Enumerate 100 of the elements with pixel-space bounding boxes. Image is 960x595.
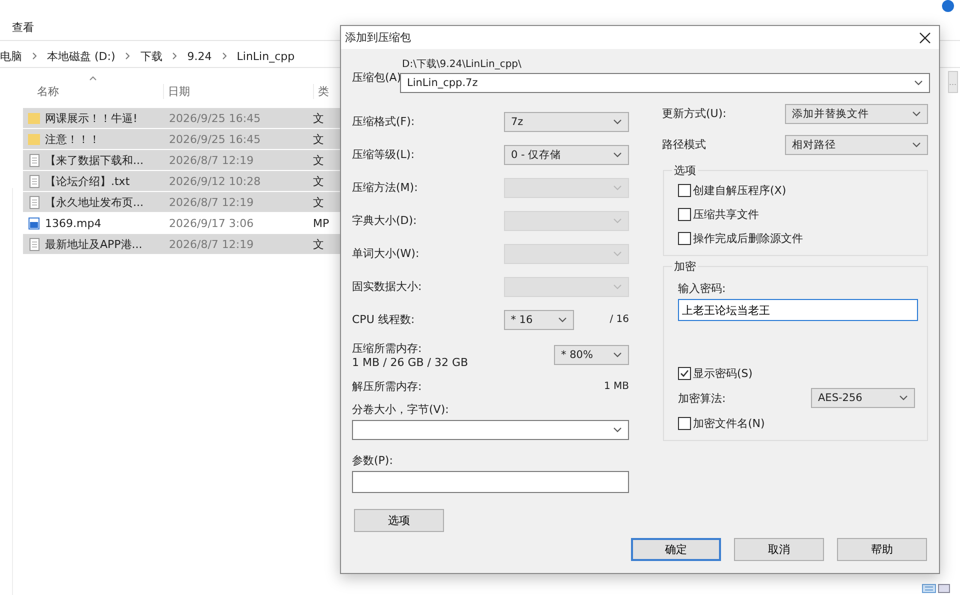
file-date: 2026/9/12 10:28 — [169, 174, 262, 188]
dropdown[interactable]: 0 - 仅存储 — [504, 144, 629, 164]
file-type: 文 — [313, 236, 324, 252]
thumbnail-view-icon[interactable] — [938, 584, 950, 593]
group-title: 加密 — [672, 259, 698, 274]
chevron-right-icon — [172, 52, 178, 60]
document-icon — [28, 238, 41, 250]
checkbox-label: 创建自解压程序(X) — [693, 182, 786, 198]
field-label: 压缩等级(L): — [352, 147, 414, 162]
breadcrumb-item[interactable]: 本地磁盘 (D:) — [47, 48, 116, 64]
file-name: 最新地址及APP港... — [45, 236, 144, 252]
column-header[interactable]: 名称 — [23, 84, 163, 98]
file-row[interactable]: 1369.mp4 2026/9/17 3:06 MP — [23, 213, 353, 233]
archive-name-combo[interactable]: LinLin_cpp.7z — [400, 73, 930, 93]
dialog-button[interactable]: 确定 — [631, 538, 721, 561]
chevron-icon — [613, 284, 622, 290]
memory-value: 1 MB — [604, 380, 629, 392]
dialog-button[interactable]: 取消 — [734, 538, 824, 561]
file-type: 文 — [313, 132, 324, 146]
chevron-icon — [613, 118, 622, 124]
menu-item[interactable]: 查看 — [12, 20, 34, 34]
video-file-icon — [28, 216, 41, 230]
breadcrumb-item[interactable]: LinLin_cpp — [236, 50, 295, 62]
field-label: 压缩方法(M): — [352, 180, 418, 195]
chevron-icon — [912, 142, 921, 148]
column-header[interactable]: 日期 — [163, 84, 313, 98]
chevron-icon — [912, 110, 921, 116]
chevron-icon — [613, 250, 622, 256]
file-name: 1369.mp4 — [45, 216, 102, 230]
checkbox-label: 操作完成后删除源文件 — [693, 230, 803, 246]
file-date: 2026/8/7 12:19 — [169, 154, 255, 166]
field-label: 更新方式(U): — [662, 106, 726, 121]
file-name: 注意！！！ — [45, 132, 101, 146]
field-label: 压缩包(A) — [352, 70, 400, 85]
file-name: 【论坛介绍】.txt — [45, 174, 131, 188]
thread-total: / 16 — [610, 314, 629, 325]
checkbox[interactable] — [678, 208, 691, 220]
file-date: 2026/9/25 16:45 — [169, 132, 262, 146]
file-name: 网课展示！！牛逼! — [45, 110, 138, 126]
chevron-icon — [613, 218, 622, 224]
field-label: 参数(P): — [352, 453, 394, 468]
field-label: 固实数据大小: — [352, 279, 422, 294]
checkbox[interactable] — [678, 184, 691, 196]
file-date: 2026/9/17 3:06 — [169, 216, 255, 230]
chevron-icon — [613, 152, 622, 158]
checkbox-label: 压缩共享文件 — [693, 206, 759, 222]
chevron-icon — [613, 184, 622, 190]
field-label: 加密算法: — [678, 390, 726, 406]
breadcrumb-item[interactable]: 下载 — [140, 48, 162, 64]
file-date: 2026/9/25 16:45 — [169, 112, 262, 124]
parameters-field[interactable] — [352, 471, 629, 493]
field-label: 单词大小(W): — [352, 246, 420, 261]
file-type: 文 — [313, 152, 324, 168]
chevron-right-icon — [222, 52, 227, 60]
details-view-icon[interactable] — [922, 584, 936, 593]
checkbox[interactable] — [678, 416, 691, 430]
checkbox[interactable] — [678, 366, 691, 380]
column-header[interactable]: 类 — [313, 84, 329, 98]
document-icon — [28, 154, 41, 166]
field-label: 压缩格式(F): — [352, 114, 415, 129]
dropdown[interactable]: 添加并替换文件 — [785, 104, 928, 124]
field-label: 路径模式 — [662, 137, 706, 152]
memory-usage: 1 MB / 26 GB / 32 GB — [352, 356, 468, 369]
breadcrumb-item[interactable]: 电脑 — [0, 48, 22, 64]
folder-icon — [28, 132, 41, 146]
field-label: 压缩所需内存: — [352, 341, 423, 356]
file-type: 文 — [313, 110, 324, 126]
dialog-button[interactable]: 帮助 — [837, 538, 927, 561]
file-name: 【永久地址发布页... — [45, 194, 144, 210]
folder-icon — [28, 112, 41, 124]
breadcrumb-item[interactable]: 9.24 — [187, 50, 212, 62]
dropdown[interactable]: AES-256 — [811, 388, 915, 408]
field-label: CPU 线程数: — [352, 312, 415, 327]
dropdown[interactable]: 相对路径 — [785, 134, 928, 154]
dropdown[interactable]: 7z — [504, 112, 629, 132]
dropdown[interactable]: * 16 — [504, 310, 574, 330]
group-title: 选项 — [672, 163, 698, 178]
file-date: 2026/8/7 12:19 — [169, 238, 255, 250]
file-name: 【来了数据下载和... — [45, 152, 144, 168]
sort-up-icon — [89, 76, 97, 81]
document-icon — [28, 196, 41, 208]
file-type: MP — [313, 216, 330, 230]
chevron-icon — [613, 427, 622, 433]
document-icon — [28, 174, 41, 188]
field-label: 解压所需内存: — [352, 378, 422, 394]
chevron-right-icon — [32, 52, 37, 60]
password-field[interactable]: 上老王论坛当老王 — [678, 299, 918, 321]
split-size-combo[interactable] — [352, 420, 629, 440]
field-label: 分卷大小，字节(V): — [352, 402, 450, 417]
window-title: 添加到压缩包 — [345, 30, 411, 45]
file-type: 文 — [313, 174, 324, 188]
close-icon[interactable] — [919, 32, 931, 44]
checkbox[interactable] — [678, 232, 691, 244]
field-label: 输入密码: — [678, 281, 727, 296]
options-button[interactable]: 选项 — [354, 509, 444, 532]
file-type: 文 — [313, 194, 324, 210]
dropdown[interactable]: * 80% — [554, 345, 629, 365]
chevron-right-icon — [125, 52, 130, 60]
chevron-icon — [558, 316, 567, 322]
chevron-icon — [914, 80, 923, 86]
